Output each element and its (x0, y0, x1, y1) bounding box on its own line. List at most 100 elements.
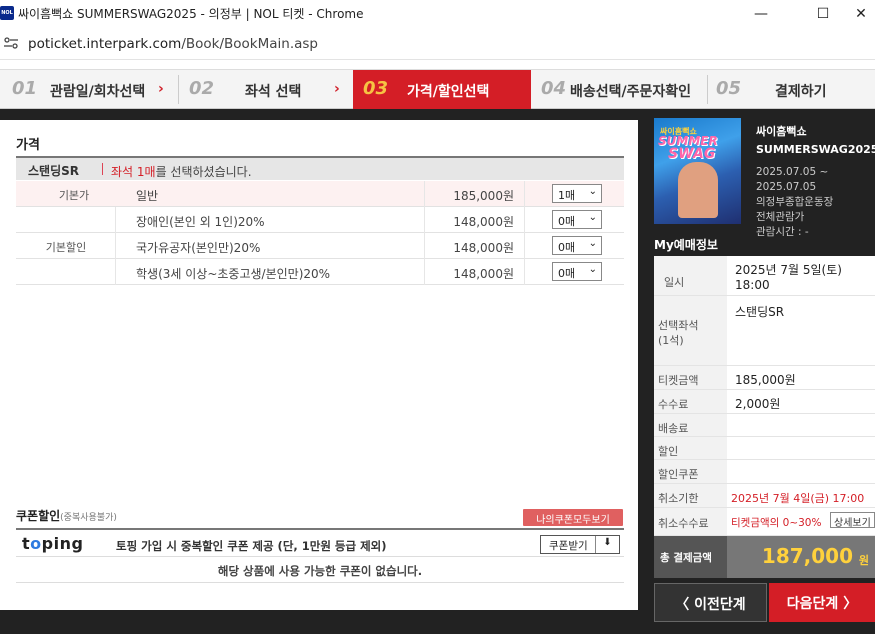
download-icon: ⬇ (595, 536, 619, 553)
coupon-title-text: 쿠폰할인 (16, 509, 61, 523)
booking-row-fee: 수수료 2,000원 (654, 390, 875, 414)
quantity-select[interactable]: 0매 ⌄ (552, 210, 602, 229)
booking-row-cancel-deadline: 취소기한 2025년 7월 4일(금) 17:00 (654, 484, 875, 508)
window-title: 싸이흠뻑쇼 SUMMERSWAG2025 - 의정부 | NOL 티켓 - Ch… (18, 7, 364, 21)
chevron-down-icon: ⌄ (588, 238, 597, 249)
show-date-end: 2025.07.05 (756, 181, 817, 193)
step-label: 배송선택/주문자확인 (570, 84, 692, 100)
chevron-down-icon: ⌄ (588, 264, 597, 275)
address-bar[interactable]: poticket.interpark.com/Book/BookMain.asp (0, 27, 875, 60)
url-text[interactable]: poticket.interpark.com/Book/BookMain.asp (28, 36, 318, 52)
price-name: 국가유공자(본인만)20% (136, 241, 261, 255)
next-label: 다음단계 (786, 596, 839, 612)
booking-value: 티켓금액의 0~30% (731, 517, 822, 529)
total-unit: 원 (858, 554, 869, 567)
total-row: 총 결제금액 187,000 원 (654, 536, 875, 578)
booking-row-seat: 선택좌석 (1석) 스탠딩SR (654, 296, 875, 366)
category-discount: 기본할인 (45, 241, 87, 254)
site-settings-icon[interactable] (4, 37, 18, 49)
booking-label: 취소수수료 (654, 508, 727, 535)
total-label: 총 결제금액 (654, 536, 727, 578)
datetime-line: 2025년 7월 5일(토) (735, 263, 842, 277)
coupon-note: (중복사용불가) (60, 513, 117, 523)
booking-label: 배송료 (654, 414, 727, 436)
site-favicon-icon: NOL (0, 6, 14, 20)
url-host: poticket.interpark.com (28, 36, 182, 52)
quantity-value: 0매 (558, 267, 576, 280)
show-title: 싸이흠뻑쇼 SUMMERSWAG2025 (756, 123, 875, 159)
step-arrow-icon: › (158, 81, 164, 97)
step-label: 가격/할인선택 (407, 84, 490, 100)
coupon-row: toping 토핑 가입 시 중복할인 쿠폰 제공 (단, 1만원 등급 제외)… (16, 528, 624, 557)
step-2: 02 좌석 선택 › (179, 70, 353, 109)
step-label: 결제하기 (775, 84, 827, 100)
step-number: 01 (12, 78, 38, 99)
booking-row-discount: 할인 (654, 437, 875, 460)
minimize-button[interactable]: — (738, 0, 784, 27)
logo-part: ping (41, 534, 84, 553)
show-poster: 싸이흠뻑쇼 SUMMER SWAG (654, 118, 741, 224)
step-number: 03 (363, 78, 389, 99)
booking-label: 할인쿠폰 (654, 460, 727, 483)
maximize-button[interactable]: ☐ (800, 0, 846, 27)
show-date-start: 2025.07.05 ~ (756, 166, 829, 178)
booking-label: 취소기한 (654, 484, 727, 507)
seat-count: 좌석 1매 (111, 165, 156, 179)
logo-part: t (22, 534, 31, 553)
coupon-title: 쿠폰할인(중복사용불가) (16, 507, 117, 524)
step-number: 04 (541, 78, 567, 99)
price-section-title: 가격 (16, 138, 40, 153)
booking-value: 2025년 7월 5일(토) 18:00 (735, 263, 842, 293)
detail-button[interactable]: 상세보기 (830, 512, 875, 529)
price-amount: 148,000원 (453, 241, 514, 255)
show-runtime: 관람시간 : - (756, 226, 809, 238)
category-cell: 기본할인 (16, 207, 116, 285)
next-step-button[interactable]: 다음단계 〉 (769, 583, 875, 622)
step-number: 02 (189, 78, 215, 99)
booking-row-datetime: 일시 2025년 7월 5일(토) 18:00 (654, 256, 875, 296)
price-row: 기본가 일반 185,000원 1매 ⌄ (16, 181, 624, 207)
price-name: 학생(3세 이상~초중고생/본인만)20% (136, 267, 331, 281)
coupon-description: 토핑 가입 시 중복할인 쿠폰 제공 (단, 1만원 등급 제외) (116, 539, 387, 553)
poster-text: SWAG (668, 146, 716, 162)
close-button[interactable]: ✕ (847, 0, 875, 27)
booking-row-discount-coupon: 할인쿠폰 (654, 460, 875, 484)
step-1: 01 관람일/회차선택 › (0, 70, 178, 109)
booking-value: 2,000원 (735, 397, 781, 411)
booking-row-delivery: 배송료 (654, 414, 875, 437)
step-4: 04 배송선택/주문자확인 (531, 70, 707, 109)
prev-label: 이전단계 (694, 597, 746, 613)
my-booking-title: My예매정보 (654, 238, 718, 252)
chevron-left-icon: 〈 (675, 597, 695, 613)
booking-label: 수수료 (654, 390, 727, 413)
quantity-select[interactable]: 0매 ⌄ (552, 262, 602, 281)
show-title-line: 싸이흠뻑쇼 (756, 125, 807, 138)
price-amount: 185,000원 (453, 189, 514, 203)
category-basic: 기본가 (58, 189, 90, 202)
quantity-value: 0매 (558, 215, 576, 228)
step-label: 좌석 선택 (245, 84, 302, 100)
prev-step-button[interactable]: 〈 이전단계 (654, 583, 767, 622)
booking-value: 2025년 7월 4일(금) 17:00 (731, 492, 865, 505)
seat-selection-message: 좌석 1매를 선택하셨습니다. (111, 163, 252, 180)
chevron-down-icon: ⌄ (588, 212, 597, 223)
seat-label-line: 선택좌석 (658, 319, 699, 332)
booking-label: 할인 (654, 437, 727, 459)
price-name: 일반 (136, 189, 159, 203)
seat-grade: 스탠딩SR (28, 164, 80, 178)
step-number: 05 (716, 78, 742, 99)
datetime-line: 18:00 (735, 278, 770, 292)
get-coupon-button[interactable]: 쿠폰받기 ⬇ (540, 535, 620, 554)
my-coupons-button[interactable]: 나의쿠폰모두보기 (523, 509, 623, 526)
booking-label: 티켓금액 (654, 366, 727, 389)
booking-row-cancel-fee: 취소수수료 티켓금액의 0~30% 상세보기 (654, 508, 875, 536)
seat-label-line: (1석) (658, 334, 684, 347)
show-rating: 전체관람가 (756, 211, 805, 223)
booking-row-ticket: 티켓금액 185,000원 (654, 366, 875, 390)
price-amount: 148,000원 (453, 215, 514, 229)
quantity-select[interactable]: 0매 ⌄ (552, 236, 602, 255)
show-info: 2025.07.05 ~ 2025.07.05 의정부종합운동장 전체관람가 관… (756, 165, 833, 240)
url-path: /Book/BookMain.asp (181, 36, 318, 52)
step-arrow-icon: › (334, 81, 340, 97)
quantity-select[interactable]: 1매 ⌄ (552, 184, 602, 203)
